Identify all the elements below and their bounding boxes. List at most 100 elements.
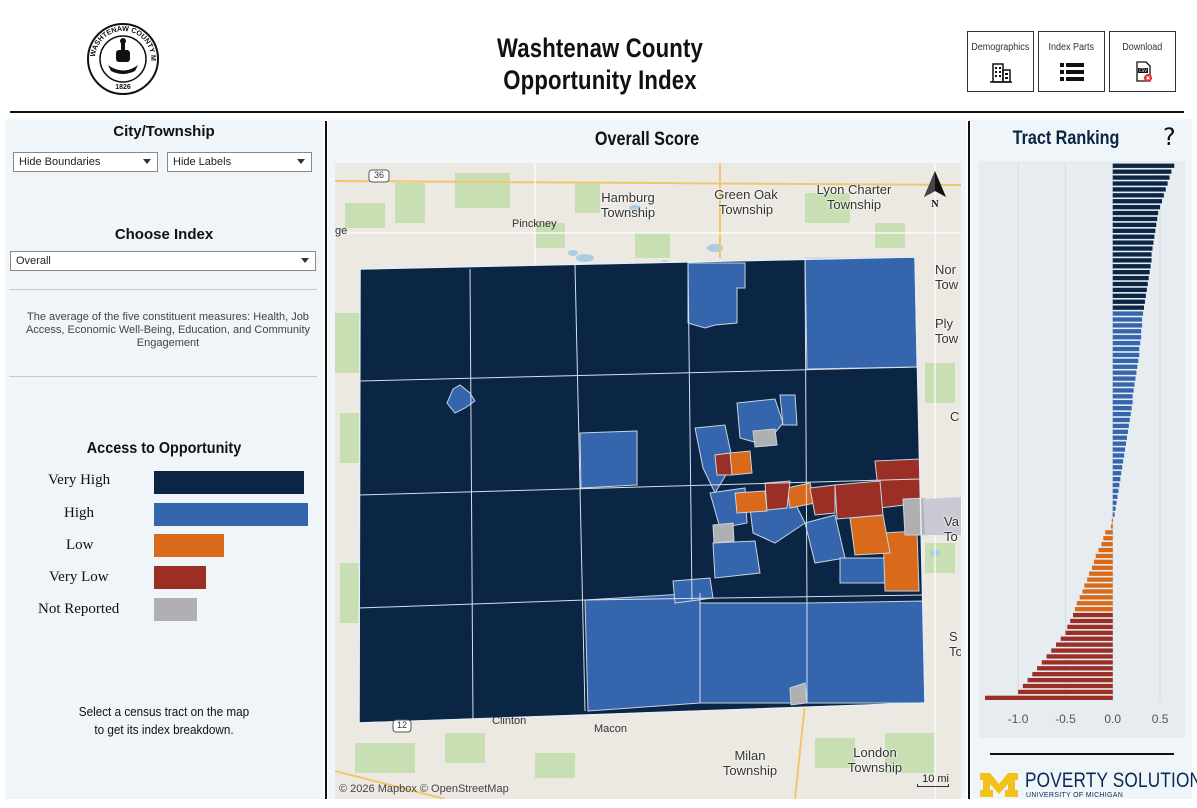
rank-bar[interactable]: [1112, 293, 1146, 298]
rank-bar[interactable]: [1111, 518, 1113, 523]
rank-bar[interactable]: [1112, 459, 1124, 464]
rank-bar[interactable]: [1112, 423, 1129, 429]
rank-bar[interactable]: [1112, 305, 1144, 310]
rank-bar[interactable]: [985, 695, 1113, 700]
rank-bar[interactable]: [1112, 453, 1125, 458]
rank-bar[interactable]: [1027, 677, 1113, 683]
map-attribution[interactable]: © 2026 Mapbox © OpenStreetMap: [339, 783, 509, 795]
rank-bar[interactable]: [1082, 589, 1113, 594]
rank-bar[interactable]: [1112, 482, 1120, 488]
rank-bar[interactable]: [1051, 648, 1113, 653]
rank-bar[interactable]: [1112, 500, 1117, 505]
rank-bar[interactable]: [1112, 299, 1145, 304]
rank-bar[interactable]: [1018, 689, 1113, 695]
rank-bar[interactable]: [1112, 228, 1156, 233]
rank-bar[interactable]: [1112, 400, 1133, 405]
rank-bar[interactable]: [1112, 435, 1127, 440]
rank-bar[interactable]: [1112, 364, 1138, 369]
rank-bar[interactable]: [1105, 530, 1113, 535]
rank-bar[interactable]: [1112, 471, 1122, 476]
rank-bar[interactable]: [1112, 441, 1127, 446]
ranking-bars[interactable]: -1.0 -0.5 0.0 0.5: [979, 161, 1185, 738]
rank-bar[interactable]: [1112, 210, 1159, 216]
choropleth-map[interactable]: Hamburg Township Green Oak Township Lyon…: [335, 163, 961, 799]
rank-bar[interactable]: [1041, 660, 1113, 665]
rank-bar[interactable]: [1060, 636, 1113, 641]
rank-bar[interactable]: [1112, 411, 1131, 417]
rank-bar[interactable]: [1046, 654, 1113, 659]
rank-bar[interactable]: [1112, 488, 1119, 494]
labels-select[interactable]: Hide Labels: [167, 152, 312, 172]
rank-bar[interactable]: [1112, 204, 1161, 210]
rank-bar[interactable]: [1095, 553, 1113, 559]
boundaries-select[interactable]: Hide Boundaries: [13, 152, 158, 172]
rank-bar[interactable]: [1112, 163, 1175, 168]
rank-bar[interactable]: [1112, 246, 1153, 251]
rank-bar[interactable]: [1055, 642, 1113, 647]
rank-bar[interactable]: [1112, 222, 1157, 228]
rank-bar[interactable]: [1065, 630, 1113, 635]
rank-bar[interactable]: [1112, 169, 1172, 174]
rank-bar[interactable]: [1112, 329, 1142, 334]
rank-bar[interactable]: [1087, 577, 1113, 582]
rank-bar[interactable]: [1112, 311, 1144, 316]
rank-bar[interactable]: [1112, 476, 1121, 482]
rank-bar[interactable]: [1073, 612, 1113, 618]
rank-bar[interactable]: [1112, 252, 1152, 257]
rank-bar[interactable]: [1112, 317, 1143, 322]
rank-bar[interactable]: [1098, 547, 1113, 553]
rank-bar[interactable]: [1112, 193, 1164, 198]
rank-bar[interactable]: [1112, 346, 1140, 352]
rank-bar[interactable]: [1112, 234, 1155, 239]
rank-bar[interactable]: [1093, 559, 1113, 565]
help-icon[interactable]: ?: [1163, 123, 1176, 151]
rank-bar[interactable]: [1112, 376, 1136, 381]
rank-bar[interactable]: [1112, 270, 1150, 275]
rank-bar[interactable]: [1112, 465, 1123, 470]
rank-bar[interactable]: [1112, 417, 1130, 423]
rank-bar[interactable]: [1091, 565, 1113, 570]
rank-bar[interactable]: [1112, 352, 1140, 358]
rank-bar[interactable]: [1112, 187, 1166, 192]
rank-bar[interactable]: [1022, 683, 1113, 689]
rank-bar[interactable]: [1112, 264, 1151, 269]
rank-bar[interactable]: [1112, 494, 1118, 499]
rank-bar[interactable]: [1112, 240, 1154, 245]
rank-bar[interactable]: [1079, 595, 1113, 600]
rank-bar[interactable]: [1112, 281, 1148, 287]
rank-bar[interactable]: [1112, 216, 1158, 222]
rank-bar[interactable]: [1076, 601, 1113, 606]
rank-bar[interactable]: [1037, 666, 1113, 671]
rank-bar[interactable]: [1112, 287, 1147, 293]
rank-bar[interactable]: [1112, 447, 1126, 452]
rank-bar[interactable]: [1112, 258, 1152, 263]
rank-bar[interactable]: [1032, 672, 1113, 677]
rank-bar[interactable]: [1112, 512, 1115, 517]
rank-bar[interactable]: [1112, 429, 1128, 434]
rank-bar[interactable]: [1112, 506, 1116, 511]
index-select[interactable]: Overall: [10, 251, 316, 271]
rank-bar[interactable]: [1067, 624, 1113, 630]
rank-bar[interactable]: [1112, 181, 1168, 186]
rank-bar[interactable]: [1112, 394, 1133, 399]
rank-bar[interactable]: [1112, 340, 1141, 346]
rank-bar[interactable]: [1103, 536, 1113, 541]
rank-bar[interactable]: [1112, 370, 1137, 375]
rank-bar[interactable]: [1074, 607, 1113, 612]
rank-bar[interactable]: [1112, 388, 1134, 393]
rank-bar[interactable]: [1112, 382, 1135, 387]
rank-bar[interactable]: [1089, 571, 1113, 576]
rank-bar[interactable]: [1112, 323, 1143, 328]
rank-bar[interactable]: [1101, 541, 1113, 547]
tract-ranking-chart[interactable]: -1.0 -0.5 0.0 0.5: [979, 161, 1185, 738]
map-canvas[interactable]: [335, 163, 961, 799]
download-button[interactable]: Download CSV: [1109, 31, 1176, 92]
index-parts-button[interactable]: Index Parts: [1038, 31, 1105, 92]
rank-bar[interactable]: [1112, 275, 1149, 281]
rank-bar[interactable]: [1084, 583, 1113, 588]
rank-bar[interactable]: [1070, 618, 1113, 624]
rank-bar[interactable]: [1112, 175, 1170, 180]
rank-bar[interactable]: [1112, 405, 1132, 411]
rank-bar[interactable]: [1112, 199, 1162, 204]
rank-bar[interactable]: [1112, 358, 1139, 364]
